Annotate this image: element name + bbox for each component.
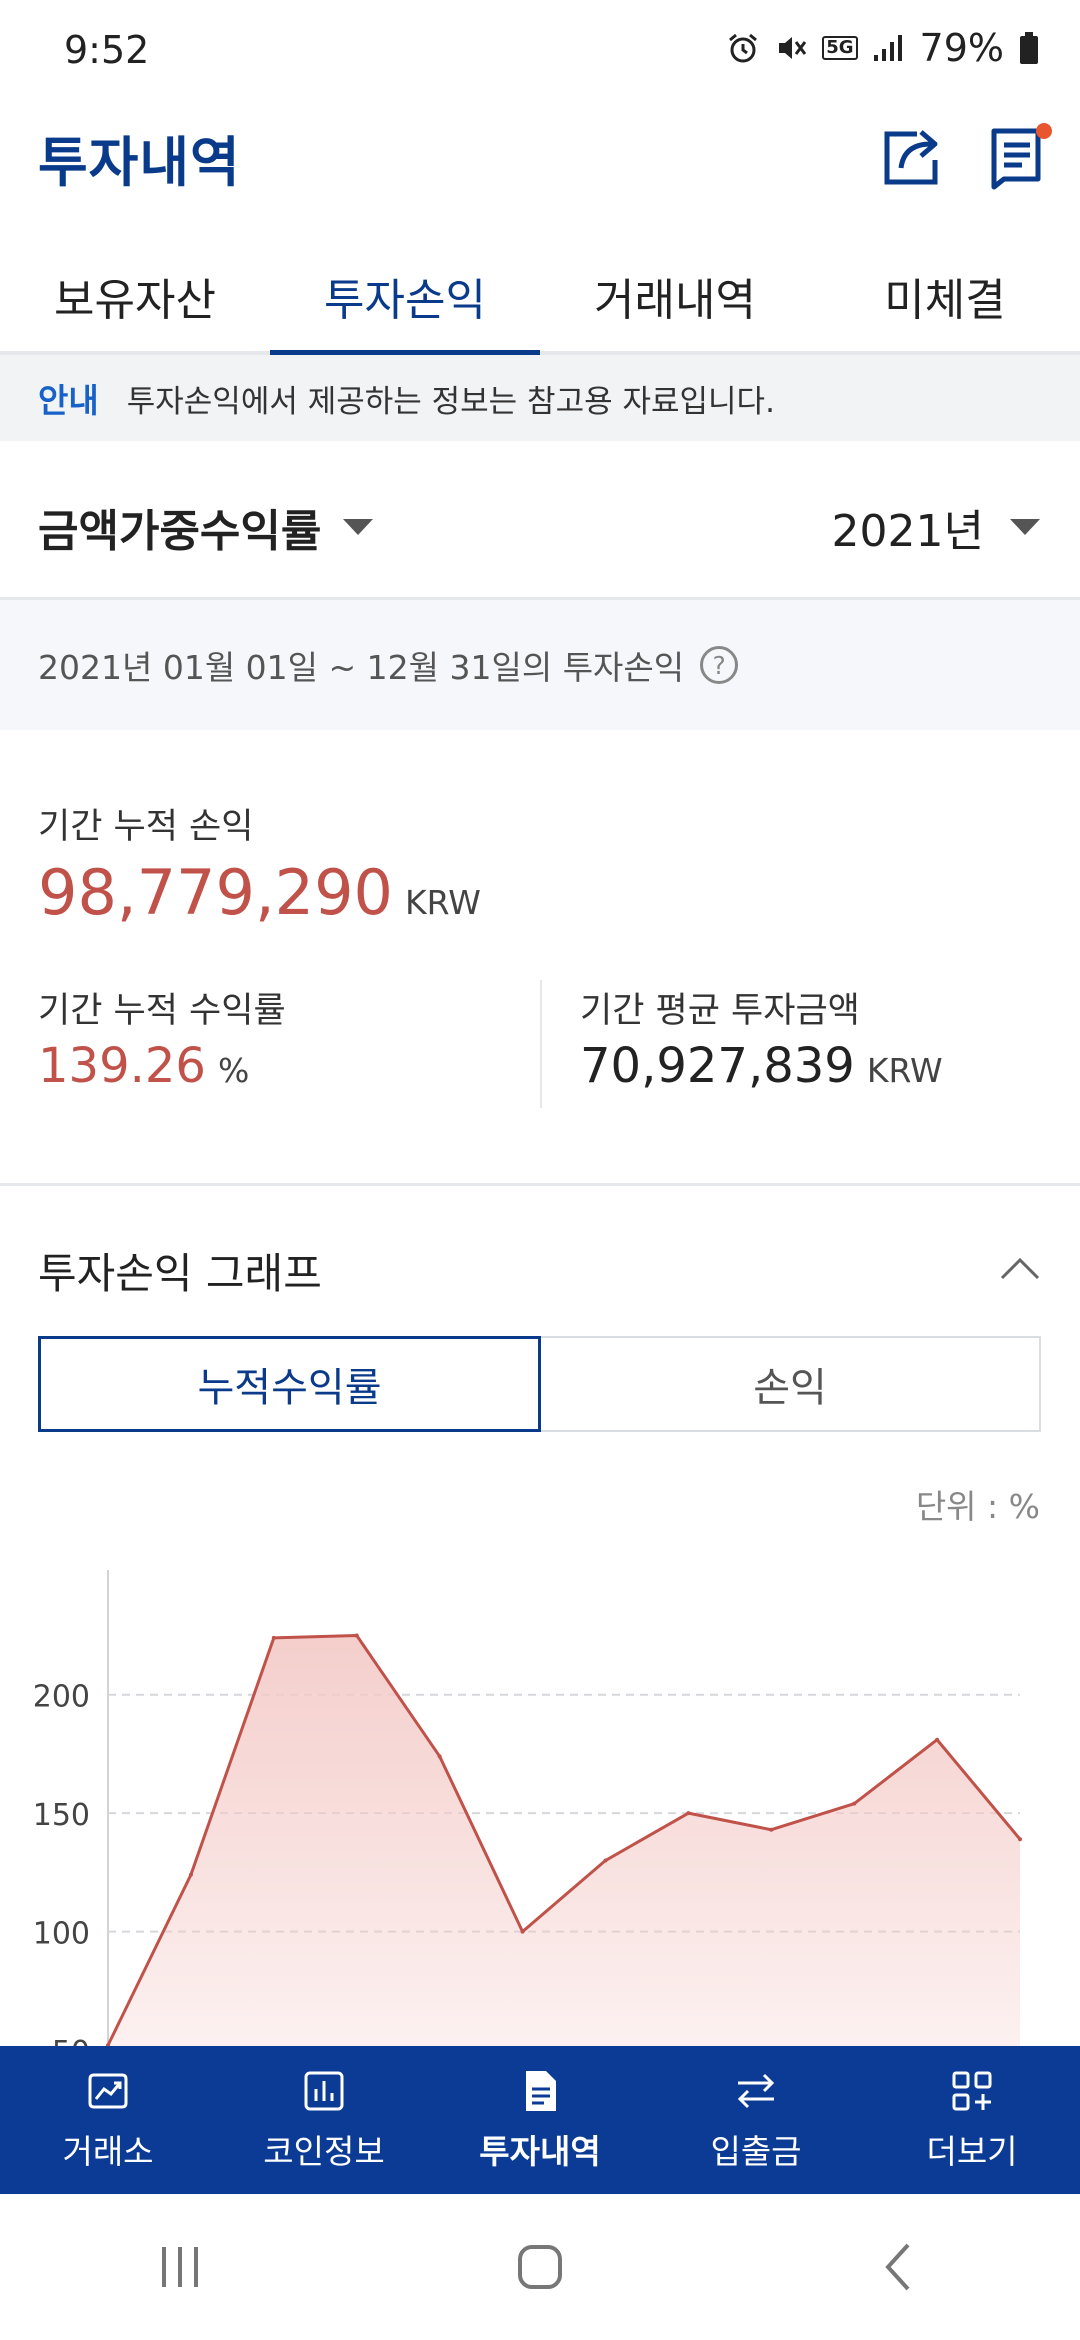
cumulative-pl-label: 기간 누적 손익	[38, 807, 254, 847]
nav-label: 입출금	[710, 2132, 802, 2171]
unit-note: 단위 : %	[915, 1487, 1040, 1526]
avg-invest: 70,927,839 KRW	[580, 1038, 943, 1094]
battery-icon	[1020, 32, 1038, 64]
nav-exchange[interactable]: 거래소	[0, 2046, 216, 2194]
nav-label: 투자내역	[479, 2132, 601, 2171]
data-point	[935, 1737, 940, 1742]
message-button[interactable]	[983, 118, 1059, 194]
coin-info-bars-icon	[304, 2071, 344, 2111]
cumulative-pl: 98,779,290 KRW	[38, 856, 481, 929]
data-point	[271, 1635, 276, 1640]
chevron-up-icon[interactable]	[1000, 1248, 1040, 1288]
notice-text: 투자손익에서 제공하는 정보는 참고용 자료입니다.	[126, 383, 775, 420]
nav-more[interactable]: 더보기	[864, 2046, 1080, 2194]
home-icon[interactable]	[510, 2237, 570, 2297]
caret-down-icon	[343, 519, 374, 535]
share-icon	[884, 130, 938, 185]
network-5g-icon: 5G	[822, 36, 858, 60]
tab-profit-loss[interactable]: 투자손익	[270, 240, 540, 355]
cumulative-return-label: 기간 누적 수익률	[38, 991, 286, 1031]
tab-holdings[interactable]: 보유자산	[0, 240, 270, 351]
avg-invest-label: 기간 평균 투자금액	[580, 991, 860, 1031]
signal-icon	[873, 35, 902, 61]
message-icon	[991, 123, 1052, 190]
metric-dropdown[interactable]: 금액가중수익률	[38, 495, 374, 559]
help-icon[interactable]: ?	[700, 646, 739, 684]
nav-deposit-withdraw[interactable]: 입출금	[648, 2046, 864, 2194]
toggle-profit-loss[interactable]: 손익	[541, 1336, 1041, 1432]
nav-coin-info[interactable]: 코인정보	[216, 2046, 432, 2194]
y-tick-label: 150	[33, 1798, 90, 1833]
back-icon[interactable]	[870, 2237, 930, 2297]
tab-transactions[interactable]: 거래내역	[540, 240, 810, 351]
nav-investments[interactable]: 투자내역	[432, 2046, 648, 2194]
transfer-arrows-icon	[737, 2073, 775, 2109]
data-point	[188, 1872, 193, 1877]
area-fill	[108, 1635, 1020, 2050]
data-point	[354, 1633, 359, 1638]
tab-bar: 보유자산 투자손익 거래내역 미체결	[0, 240, 1080, 355]
recent-apps-icon[interactable]	[150, 2237, 210, 2297]
system-nav-bar	[0, 2194, 1080, 2340]
tab-unfilled[interactable]: 미체결	[810, 240, 1080, 351]
cumulative-return-value: 139.26	[38, 1038, 206, 1094]
data-point	[686, 1811, 691, 1816]
more-grid-icon	[952, 2071, 992, 2111]
year-dropdown[interactable]: 2021년	[832, 495, 1040, 559]
status-time: 9:52	[64, 28, 150, 72]
return-chart: 50100150200	[33, 1570, 1022, 2050]
period-text: 2021년 01월 01일 ~ 12월 31일의 투자손익	[38, 648, 685, 687]
status-bar: 9:52 5G 79%	[0, 0, 1080, 105]
page-title: 투자내역	[38, 131, 241, 194]
nav-label: 더보기	[926, 2132, 1018, 2171]
summary-divider	[540, 980, 542, 1108]
y-tick-label: 200	[33, 1680, 90, 1715]
data-point	[1018, 1837, 1022, 1842]
bottom-nav: 거래소 코인정보 투자내역 입출금 더보기	[0, 2046, 1080, 2194]
cumulative-return-unit: %	[217, 1051, 250, 1090]
data-point	[520, 1929, 525, 1934]
caret-down-icon	[1010, 519, 1040, 535]
graph-title: 투자손익 그래프	[38, 1249, 322, 1298]
period-band: 2021년 01월 01일 ~ 12월 31일의 투자손익 ?	[0, 600, 1080, 730]
avg-invest-unit: KRW	[866, 1051, 943, 1090]
cumulative-pl-unit: KRW	[405, 883, 481, 922]
nav-label: 거래소	[62, 2132, 154, 2171]
divider	[0, 1183, 1080, 1186]
battery-percent: 79%	[919, 26, 1004, 70]
data-point	[769, 1827, 774, 1832]
nav-label: 코인정보	[263, 2132, 385, 2171]
cumulative-return: 139.26 %	[38, 1038, 249, 1094]
exchange-chart-icon	[88, 2073, 128, 2109]
metric-label: 금액가중수익률	[38, 506, 322, 557]
alarm-icon	[729, 33, 758, 63]
notice-tag: 안내	[38, 381, 99, 420]
notice-banner: 안내 투자손익에서 제공하는 정보는 참고용 자료입니다.	[0, 355, 1080, 441]
document-icon	[526, 2071, 556, 2111]
mute-icon	[779, 37, 807, 59]
toggle-cumulative-return[interactable]: 누적수익률	[38, 1336, 541, 1432]
status-icons: 5G 79%	[726, 26, 1040, 70]
data-point	[603, 1858, 608, 1863]
share-button[interactable]	[873, 118, 949, 194]
data-point	[437, 1754, 442, 1759]
y-tick-label: 100	[33, 1917, 90, 1952]
year-label: 2021년	[831, 506, 984, 557]
avg-invest-value: 70,927,839	[580, 1038, 855, 1094]
cumulative-pl-value: 98,779,290	[38, 856, 393, 929]
data-point	[852, 1801, 857, 1806]
